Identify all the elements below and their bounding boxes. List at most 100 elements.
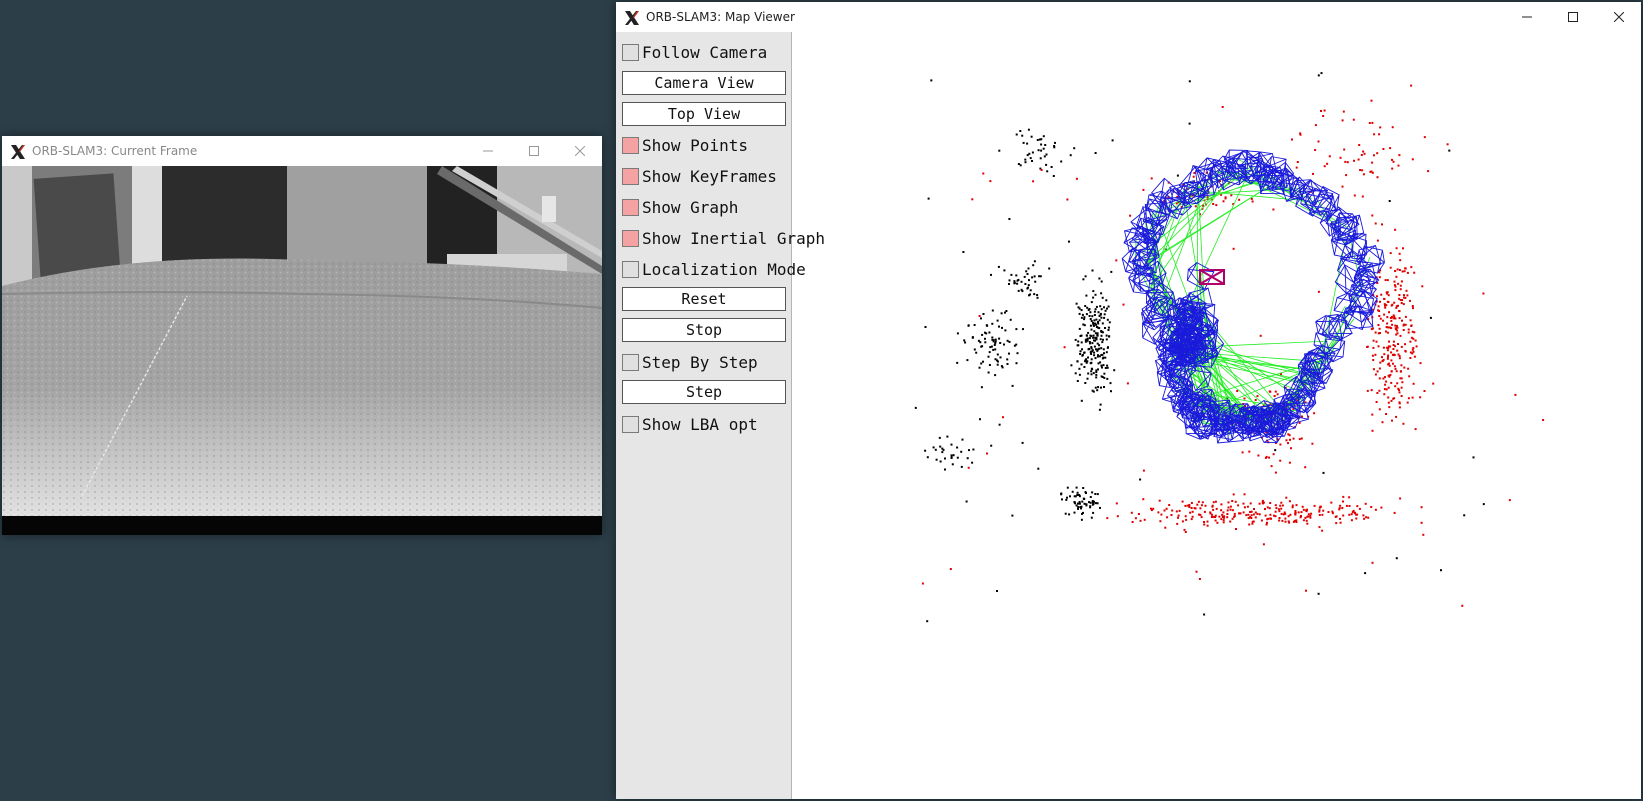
map-point — [1391, 353, 1394, 356]
close-button[interactable] — [1597, 2, 1641, 32]
step-button[interactable]: Step — [622, 380, 786, 404]
map-point — [1389, 147, 1392, 150]
map-point — [1249, 511, 1252, 513]
camera-frame-image — [2, 166, 602, 535]
map-point — [1396, 349, 1399, 352]
map-point — [1398, 355, 1401, 357]
map-point — [1229, 508, 1232, 511]
checkbox-box[interactable] — [622, 44, 639, 61]
map-point — [1373, 133, 1376, 136]
map-point — [1094, 293, 1097, 296]
map-point — [1031, 276, 1034, 279]
map-point — [1339, 517, 1341, 520]
map-point — [1348, 496, 1351, 499]
map-point — [1323, 109, 1326, 112]
checkbox-box[interactable] — [622, 137, 639, 154]
map-point — [1183, 528, 1186, 531]
map-point — [1379, 317, 1382, 320]
reset-button[interactable]: Reset — [622, 287, 786, 311]
map-point — [1395, 306, 1398, 309]
map-point — [1227, 506, 1230, 509]
current-frame-titlebar[interactable]: ORB-SLAM3: Current Frame — [2, 136, 602, 166]
minimize-button[interactable] — [466, 136, 510, 166]
map-point — [982, 313, 985, 315]
map-point — [1363, 517, 1366, 520]
map-point — [1089, 506, 1092, 509]
map-point — [1387, 355, 1389, 358]
map-point — [1085, 504, 1088, 507]
map-point — [1395, 415, 1398, 418]
checkbox-box[interactable] — [622, 230, 639, 247]
map-point — [1382, 346, 1385, 349]
map-point — [1042, 147, 1045, 150]
map-point — [1126, 382, 1129, 385]
map-point — [950, 456, 953, 459]
map-point — [1221, 516, 1224, 518]
checkbox-box[interactable] — [622, 261, 639, 278]
map-point — [1323, 165, 1326, 168]
map-point — [1006, 339, 1009, 342]
map-canvas[interactable] — [792, 32, 1641, 799]
map-point — [930, 79, 933, 82]
map-point — [1309, 514, 1312, 517]
map-point — [1406, 294, 1409, 297]
top-view-button[interactable]: Top View — [622, 102, 786, 126]
map-point — [1101, 357, 1104, 360]
map-point — [932, 446, 935, 449]
minimize-button[interactable] — [1505, 2, 1549, 32]
map-point — [1083, 502, 1086, 505]
map-point — [991, 322, 994, 325]
map-point — [1410, 336, 1413, 339]
map-point — [1076, 360, 1079, 363]
checkbox-box[interactable] — [622, 354, 639, 371]
map-point — [1081, 512, 1083, 515]
map-point — [1392, 397, 1395, 400]
map-point — [1000, 312, 1003, 315]
map-point — [1164, 526, 1167, 529]
map-point — [1100, 386, 1102, 389]
checkbox-box[interactable] — [622, 416, 639, 433]
checkbox-box[interactable] — [622, 168, 639, 185]
checkbox-box[interactable] — [622, 199, 639, 216]
map-point — [1212, 508, 1215, 511]
map-point — [1106, 318, 1109, 321]
map-point — [1392, 160, 1395, 163]
map-point — [1038, 138, 1041, 141]
map-point — [1142, 469, 1145, 472]
map-point — [1376, 392, 1379, 394]
map-point — [1026, 287, 1029, 290]
map-point — [1482, 292, 1485, 295]
stop-button[interactable]: Stop — [622, 318, 786, 342]
map-point — [1103, 313, 1106, 316]
map-point — [1184, 504, 1187, 507]
map-point — [1264, 514, 1267, 517]
map-point — [1081, 348, 1083, 351]
map-point — [1177, 516, 1179, 519]
map-point — [1215, 507, 1218, 510]
map-point — [1083, 324, 1086, 327]
map-point — [1342, 500, 1344, 503]
map-point — [1410, 84, 1413, 87]
map-viewer-titlebar[interactable]: ORB-SLAM3: Map Viewer — [616, 2, 1641, 32]
map-point — [989, 180, 992, 183]
map-point — [1399, 334, 1402, 337]
map-point — [1079, 506, 1082, 509]
maximize-button[interactable] — [1551, 2, 1595, 32]
map-point — [1247, 513, 1250, 516]
map-point — [1040, 149, 1043, 152]
map-point — [978, 315, 981, 317]
close-button[interactable] — [558, 136, 602, 166]
map-point — [1091, 389, 1094, 392]
map-point — [1095, 373, 1098, 376]
map-point — [1106, 377, 1109, 380]
map-point — [1359, 169, 1362, 171]
camera-view-button[interactable]: Camera View — [622, 71, 786, 95]
map-point — [1423, 136, 1426, 139]
map-point — [1086, 377, 1089, 380]
map-point — [1322, 509, 1325, 512]
checkbox-label: Show LBA opt — [642, 415, 758, 434]
map-point — [1388, 406, 1391, 409]
map-point — [1184, 515, 1187, 518]
maximize-button[interactable] — [512, 136, 556, 166]
map-point — [1320, 110, 1322, 112]
